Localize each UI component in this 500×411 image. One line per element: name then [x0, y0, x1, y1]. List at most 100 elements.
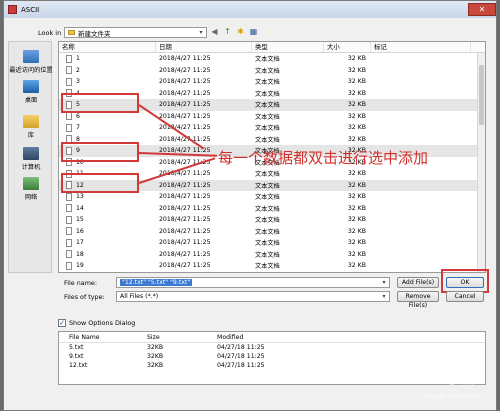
column-header-date[interactable]: 日期	[156, 42, 252, 52]
cell-size: 32KB	[147, 353, 164, 360]
place-label: 计算机	[21, 164, 41, 171]
text-file-icon	[66, 112, 72, 121]
table-row[interactable]: 12.txt 32KB 04/27/18 11:25	[59, 361, 485, 370]
file-row[interactable]: 16 2018/4/27 11:25 文本文档 32 KB	[59, 226, 485, 238]
cell-name: 9.txt	[69, 353, 84, 360]
file-type: 文本文档	[255, 67, 280, 75]
place-library[interactable]: 库	[9, 115, 53, 139]
file-type: 文本文档	[255, 102, 280, 110]
highlight-box-9	[61, 142, 139, 162]
cell-size: 32KB	[147, 362, 164, 369]
file-type: 文本文档	[255, 228, 280, 236]
text-file-icon	[66, 227, 72, 236]
chevron-down-icon[interactable]: ▾	[379, 293, 389, 300]
file-row[interactable]: 15 2018/4/27 11:25 文本文档 32 KB	[59, 214, 485, 226]
file-name-cell: 15	[59, 215, 156, 224]
place-desktop[interactable]: 桌面	[9, 80, 53, 104]
ok-button[interactable]: OK	[446, 277, 484, 288]
text-file-icon	[66, 261, 72, 270]
file-name-cell: 13	[59, 192, 156, 201]
file-type: 文本文档	[255, 205, 280, 213]
remove-files-button[interactable]: Remove File(s)	[397, 291, 439, 309]
selected-files-header: File Name Size Modified	[59, 332, 485, 343]
network-icon	[23, 177, 39, 190]
filetype-select[interactable]: All Files (*.*) ▾	[116, 291, 390, 302]
vertical-scrollbar[interactable]	[477, 53, 485, 272]
file-type: 文本文档	[255, 113, 280, 121]
file-date: 2018/4/27 11:25	[159, 262, 211, 270]
places-bar: 最近访问的位置 桌面 库 计算机 网络	[8, 41, 53, 273]
table-row[interactable]: 9.txt 32KB 04/27/18 11:25	[59, 352, 485, 361]
place-recent[interactable]: 最近访问的位置	[9, 50, 53, 74]
highlight-box-5	[61, 93, 139, 113]
header-file-name[interactable]: File Name	[59, 332, 137, 342]
header-size[interactable]: Size	[137, 332, 207, 342]
chevron-down-icon[interactable]: ▾	[196, 29, 206, 36]
file-date: 2018/4/27 11:25	[159, 66, 211, 74]
column-header-type[interactable]: 类型	[252, 42, 324, 52]
file-row[interactable]: 17 2018/4/27 11:25 文本文档 32 KB	[59, 237, 485, 249]
table-row[interactable]: 5.txt 32KB 04/27/18 11:25	[59, 343, 485, 352]
filetype-label: Files of type:	[64, 292, 105, 301]
filetype-row: Files of type: All Files (*.*) ▾	[58, 291, 390, 302]
back-icon[interactable]: ◀	[210, 27, 219, 37]
selected-files-table[interactable]: File Name Size Modified 5.txt 32KB 04/27…	[58, 331, 486, 385]
file-name: 3	[76, 78, 80, 86]
show-options-checkbox-row[interactable]: ✓ Show Options Dialog	[58, 319, 135, 327]
nav-toolbar: ◀ ↑ ✱ ▦	[210, 27, 258, 37]
file-row[interactable]: 1 2018/4/27 11:25 文本文档 32 KB	[59, 53, 485, 65]
filename-input[interactable]: "12.txt" "5.txt" "9.txt" ▾	[116, 277, 390, 288]
new-folder-icon[interactable]: ✱	[236, 27, 245, 37]
header-modified[interactable]: Modified	[207, 332, 357, 342]
add-files-button[interactable]: Add File(s)	[397, 277, 439, 288]
file-size: 32 KB	[347, 78, 366, 86]
file-name-cell: 3	[59, 77, 156, 86]
file-name-cell: 1	[59, 54, 156, 63]
title-bar[interactable]: ASCII ✕	[4, 1, 496, 18]
text-file-icon	[66, 215, 72, 224]
file-name-cell: 6	[59, 112, 156, 121]
show-options-checkbox[interactable]: ✓	[58, 319, 66, 327]
place-network[interactable]: 网络	[9, 177, 53, 201]
file-name-cell: 18	[59, 250, 156, 259]
file-size: 32 KB	[347, 89, 366, 97]
cell-modified: 04/27/18 11:25	[217, 344, 265, 351]
column-header-name[interactable]: 名称	[59, 42, 156, 52]
highlight-box-12	[61, 173, 139, 193]
computer-icon	[23, 147, 39, 160]
file-row[interactable]: 18 2018/4/27 11:25 文本文档 32 KB	[59, 249, 485, 261]
file-row[interactable]: 7 2018/4/27 11:25 文本文档 32 KB	[59, 122, 485, 134]
filename-value: "12.txt" "5.txt" "9.txt"	[120, 279, 193, 286]
text-file-icon	[66, 204, 72, 213]
file-type: 文本文档	[255, 56, 280, 64]
column-header-size[interactable]: 大小	[324, 42, 371, 52]
file-row[interactable]: 14 2018/4/27 11:25 文本文档 32 KB	[59, 203, 485, 215]
file-date: 2018/4/27 11:25	[159, 181, 211, 189]
file-name: 18	[76, 250, 84, 258]
text-file-icon	[66, 77, 72, 86]
cell-size: 32KB	[147, 344, 164, 351]
file-name: 2	[76, 66, 80, 74]
scrollbar-thumb[interactable]	[479, 65, 484, 125]
file-type: 文本文档	[255, 90, 280, 98]
place-label: 最近访问的位置	[9, 67, 53, 74]
text-file-icon	[66, 123, 72, 132]
file-name: 1	[76, 55, 80, 63]
file-name: 7	[76, 124, 80, 132]
file-name: 14	[76, 204, 84, 212]
view-menu-icon[interactable]: ▦	[249, 27, 258, 37]
column-header-tags[interactable]: 标记	[371, 42, 471, 52]
file-row[interactable]: 2 2018/4/27 11:25 文本文档 32 KB	[59, 65, 485, 77]
file-date: 2018/4/27 11:25	[159, 78, 211, 86]
chevron-down-icon[interactable]: ▾	[379, 279, 389, 286]
look-in-dropdown[interactable]: 新建文件夹 ▾	[64, 27, 207, 38]
file-row[interactable]: 19 2018/4/27 11:25 文本文档 32 KB	[59, 260, 485, 272]
look-in-value: 新建文件夹	[78, 29, 111, 38]
filename-label: File name:	[64, 278, 98, 287]
up-folder-icon[interactable]: ↑	[223, 27, 232, 37]
cancel-button[interactable]: Cancel	[446, 291, 484, 302]
close-button[interactable]: ✕	[468, 3, 496, 16]
file-row[interactable]: 3 2018/4/27 11:25 文本文档 32 KB	[59, 76, 485, 88]
place-computer[interactable]: 计算机	[9, 147, 53, 171]
cell-name: 5.txt	[69, 344, 84, 351]
